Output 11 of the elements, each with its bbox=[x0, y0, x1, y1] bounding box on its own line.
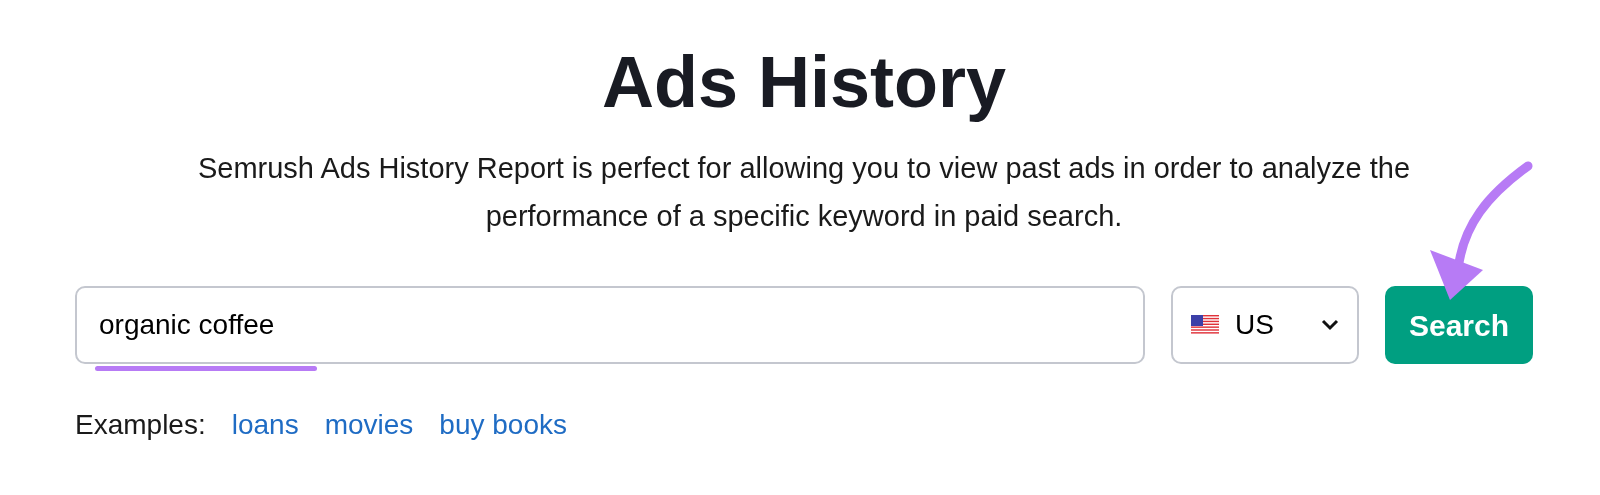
keyword-field[interactable]: organic coffee bbox=[75, 286, 1145, 364]
flag-icon bbox=[1191, 315, 1219, 335]
chevron-down-icon bbox=[1321, 319, 1339, 331]
country-select[interactable]: US bbox=[1171, 286, 1359, 364]
search-button[interactable]: Search bbox=[1385, 286, 1533, 364]
example-link[interactable]: loans bbox=[231, 404, 299, 446]
example-link[interactable]: buy books bbox=[439, 404, 567, 446]
examples-label: Examples: bbox=[75, 408, 206, 442]
example-link[interactable]: movies bbox=[324, 404, 414, 446]
page-title: Ads History bbox=[601, 41, 1007, 124]
description: Semrush Ads History Report is perfect for allowing you to view past ads in order to analyze the performance of a specific keyword in paid search. bbox=[196, 151, 1412, 234]
